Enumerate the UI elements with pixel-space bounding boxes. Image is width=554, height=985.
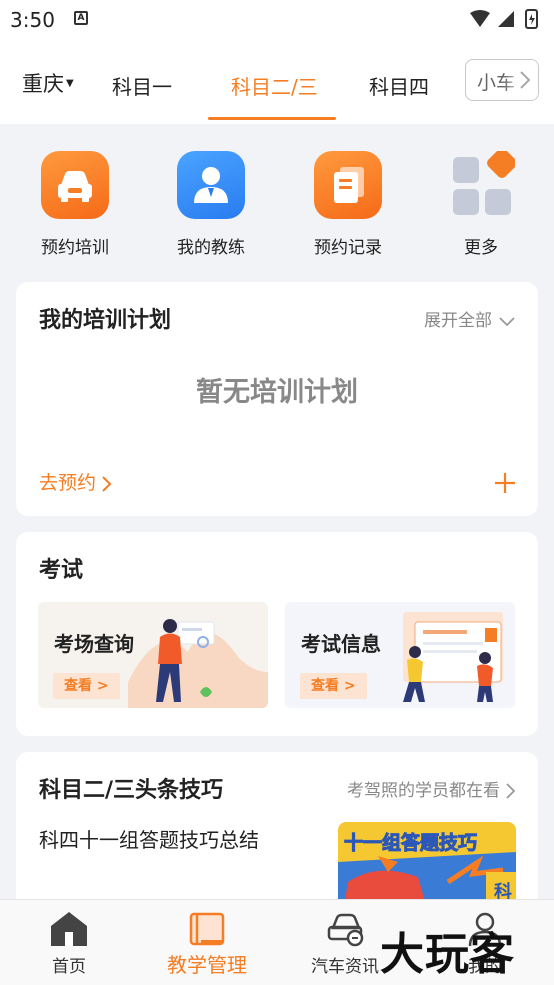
record-icon (314, 151, 382, 219)
quick-action-label: 我的教练 (177, 238, 245, 258)
active-tab-indicator (208, 117, 336, 120)
car-icon (41, 151, 109, 219)
add-plan-icon[interactable] (494, 472, 516, 494)
quick-action-label: 更多 (464, 238, 498, 258)
expand-all-button[interactable]: 展开全部 (424, 306, 516, 331)
quick-actions: 预约培训 我的教练 预约记录 更多 (0, 124, 554, 274)
city-selector[interactable]: 重庆 ▼ (22, 68, 74, 98)
coach-icon (177, 151, 245, 219)
tab-subject-4[interactable]: 科目四 (369, 71, 429, 100)
expand-all-label: 展开全部 (424, 311, 492, 331)
training-plan-card: 我的培训计划 展开全部 暂无培训计划 去预约 (16, 282, 538, 516)
status-bar: 3:50 A (0, 0, 554, 40)
exam-info-view-button[interactable]: 查看 > (300, 673, 367, 699)
tips-title: 科目二/三头条技巧 (39, 778, 224, 803)
quick-action-label: 预约培训 (41, 238, 109, 258)
quick-action-book-training[interactable]: 预约培训 (15, 151, 135, 258)
exam-venue-box[interactable]: 考场查询 查看 > (38, 602, 268, 708)
exam-info-illustration (403, 612, 503, 702)
tab-subject-1[interactable]: 科目一 (112, 71, 172, 100)
watermark-logo: 大玩客 (380, 929, 515, 980)
training-plan-title: 我的培训计划 (39, 308, 172, 333)
subject-tab-bar: 重庆 ▼ 科目一 科目二/三 科目四 小车 (0, 40, 554, 124)
nav-home-label: 首页 (52, 957, 86, 977)
empty-plan-text: 暂无培训计划 (196, 377, 358, 408)
tips-more-label: 考驾照的学员都在看 (347, 781, 500, 801)
home-icon (51, 912, 87, 946)
chevron-right-icon (506, 783, 516, 799)
tab-small-car[interactable]: 小车 (465, 59, 539, 101)
goto-booking-label: 去预约 (39, 472, 97, 494)
chevron-right-icon (102, 475, 112, 492)
exam-venue-view-button[interactable]: 查看 > (53, 673, 120, 699)
goto-booking-link[interactable]: 去预约 (39, 468, 112, 495)
quick-action-my-coach[interactable]: 我的教练 (151, 151, 271, 258)
exam-info-title: 考试信息 (301, 632, 381, 656)
exam-info-box[interactable]: 考试信息 查看 > (285, 602, 515, 708)
exam-title: 考试 (39, 558, 84, 583)
sim-alert-icon: A (74, 11, 88, 25)
book-icon (189, 912, 225, 946)
chevron-down-icon (499, 317, 515, 327)
exam-venue-title: 考场查询 (54, 632, 134, 656)
tips-more-link[interactable]: 考驾照的学员都在看 (347, 776, 516, 801)
car-news-icon (327, 913, 364, 947)
system-status-icons (470, 9, 538, 29)
tab-subject-2-3[interactable]: 科目二/三 (231, 71, 318, 100)
exam-card: 考试 考场查询 查看 > 考试信息 查看 > (16, 532, 538, 736)
quick-action-label: 预约记录 (314, 238, 382, 258)
quick-action-records[interactable]: 预约记录 (288, 151, 408, 258)
chevron-right-icon (520, 71, 531, 89)
grid-more-icon (447, 151, 515, 219)
caret-down-icon: ▼ (66, 78, 74, 89)
nav-teaching-label: 教学管理 (167, 953, 247, 977)
article-title[interactable]: 科四十一组答题技巧总结 (39, 824, 259, 853)
status-time: 3:50 (10, 8, 55, 32)
city-label: 重庆 (22, 72, 64, 96)
quick-action-more[interactable]: 更多 (421, 151, 541, 258)
